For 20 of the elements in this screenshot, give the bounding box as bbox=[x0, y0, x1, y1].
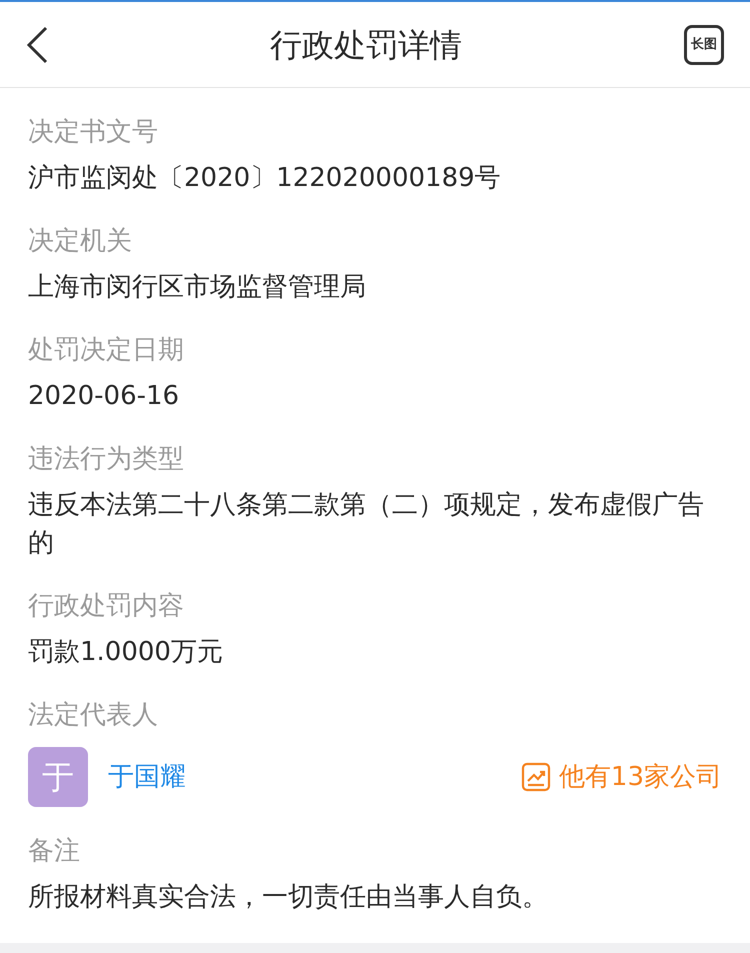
field-label: 处罚决定日期 bbox=[28, 334, 185, 367]
field-label: 违法行为类型 bbox=[28, 443, 185, 476]
field-label: 决定书文号 bbox=[28, 116, 159, 149]
chart-icon bbox=[520, 762, 551, 792]
field-value: 2020-06-16 bbox=[28, 380, 180, 413]
field-value: 沪市监闵处〔2020〕122020000189号 bbox=[28, 162, 502, 195]
field-label: 法定代表人 bbox=[28, 699, 159, 732]
field-value: 所报材料真实合法，一切责任由当事人自负。 bbox=[28, 881, 549, 914]
field-label: 行政处罚内容 bbox=[28, 590, 185, 623]
avatar: 于 bbox=[28, 747, 88, 807]
field-value: 罚款1.0000万元 bbox=[28, 636, 224, 669]
long-image-button[interactable]: 长图 bbox=[684, 24, 724, 64]
companies-link[interactable]: 他有13家公司 bbox=[520, 758, 722, 796]
field-label: 决定机关 bbox=[28, 225, 133, 258]
page-title: 行政处罚详情 bbox=[269, 24, 463, 66]
field-value: 违反本法第二十八条第二款第（二）项规定，发布虚假广告的 bbox=[28, 489, 705, 560]
back-icon[interactable] bbox=[26, 26, 48, 64]
representative-link[interactable]: 于国耀 bbox=[108, 758, 186, 796]
field-label: 备注 bbox=[28, 835, 81, 868]
field-value: 上海市闵行区市场监督管理局 bbox=[28, 271, 367, 304]
